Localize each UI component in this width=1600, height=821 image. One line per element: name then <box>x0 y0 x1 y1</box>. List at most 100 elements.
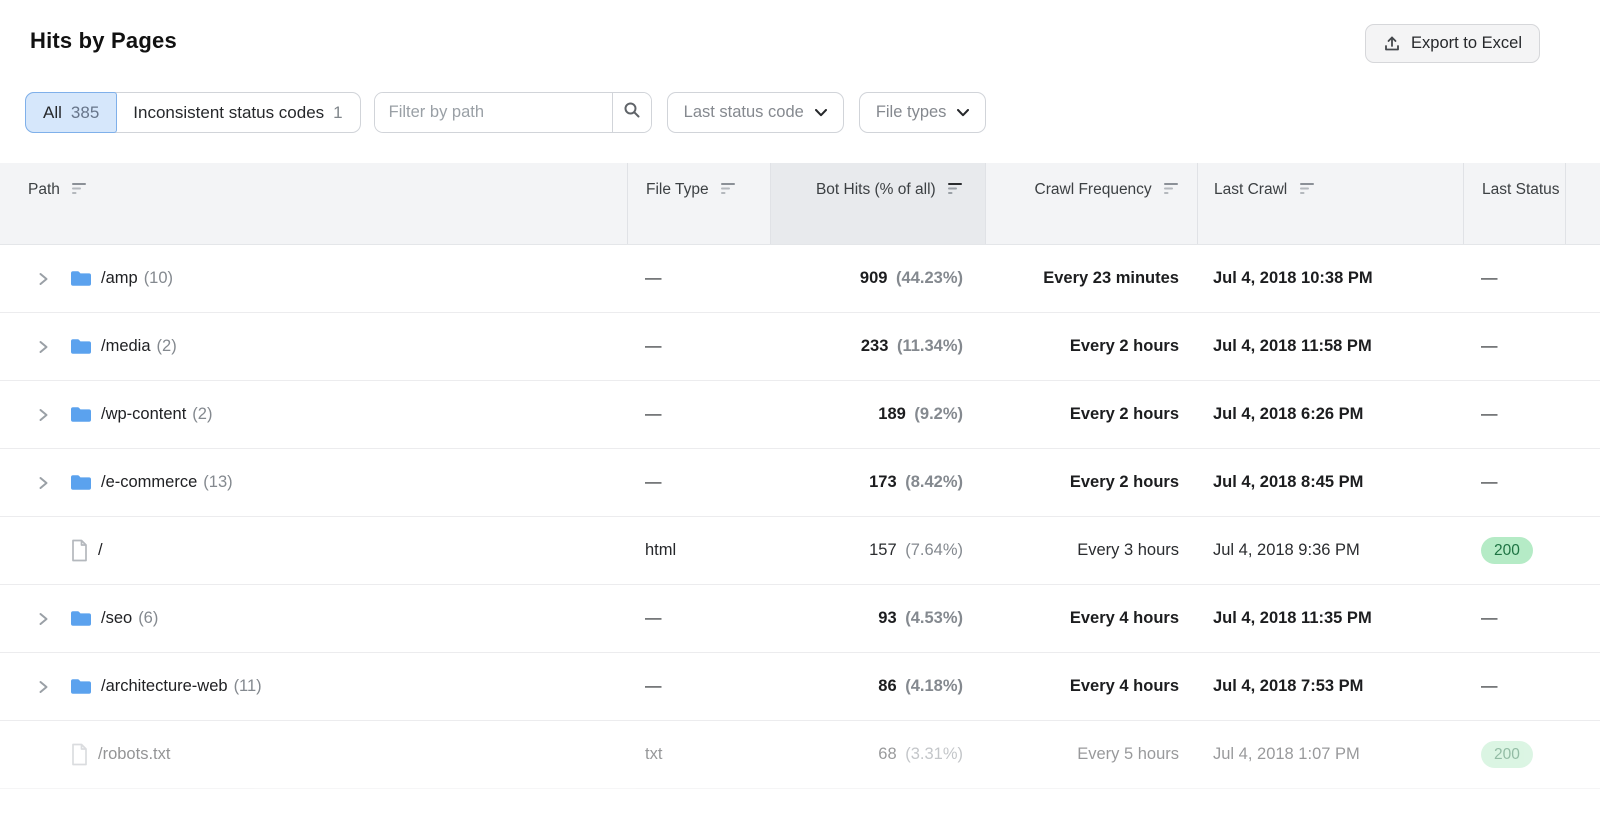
last-status-cell: 200 <box>1463 537 1565 565</box>
last-status-cell: — <box>1463 405 1565 424</box>
folder-icon <box>70 474 92 491</box>
path-filter-input[interactable] <box>375 93 612 132</box>
table-body: /amp (10) — 909 (44.23%) Every 23 minute… <box>0 245 1600 789</box>
bot-hits-value: 189 <box>878 405 906 423</box>
bot-hits-percent: (9.2%) <box>910 405 963 423</box>
path-count: (2) <box>192 405 212 424</box>
column-header-last-crawl[interactable]: Last Crawl <box>1197 163 1463 244</box>
table-row[interactable]: /architecture-web (11) — 86 (4.18%) Ever… <box>0 653 1600 721</box>
path-filter <box>374 92 652 133</box>
search-button[interactable] <box>612 93 651 132</box>
path-label: /media <box>101 337 151 356</box>
column-header-crawl-frequency[interactable]: Crawl Frequency <box>985 163 1197 244</box>
chevron-right-icon[interactable] <box>36 475 50 491</box>
bot-hits-cell: 93 (4.53%) <box>770 609 985 628</box>
path-cell: /wp-content (2) <box>0 405 627 424</box>
last-crawl-cell: Jul 4, 2018 9:36 PM <box>1197 541 1463 560</box>
path-count: (2) <box>157 337 177 356</box>
filter-bar: All 385 Inconsistent status codes 1 Last… <box>25 92 986 133</box>
bot-hits-cell: 173 (8.42%) <box>770 473 985 492</box>
bot-hits-cell: 909 (44.23%) <box>770 269 985 288</box>
bot-hits-cell: 233 (11.34%) <box>770 337 985 356</box>
last-crawl-cell: Jul 4, 2018 6:26 PM <box>1197 405 1463 424</box>
chevron-down-icon <box>957 103 969 122</box>
path-cell: /robots.txt <box>0 743 627 766</box>
last-crawl-cell: Jul 4, 2018 11:35 PM <box>1197 609 1463 628</box>
column-header-path[interactable]: Path <box>0 163 627 244</box>
path-cell: / <box>0 539 627 562</box>
export-icon <box>1383 35 1401 53</box>
bot-hits-value: 173 <box>869 473 897 491</box>
sort-icon <box>1300 182 1315 199</box>
tab-inconsistent-status-codes[interactable]: Inconsistent status codes 1 <box>116 93 359 132</box>
export-to-excel-button[interactable]: Export to Excel <box>1365 24 1540 63</box>
bot-hits-percent: (11.34%) <box>892 337 963 355</box>
path-label: /robots.txt <box>98 745 170 764</box>
bot-hits-value: 86 <box>878 677 896 695</box>
folder-icon <box>70 610 92 627</box>
folder-icon <box>70 406 92 423</box>
path-cell: /architecture-web (11) <box>0 677 627 696</box>
table-row[interactable]: /media (2) — 233 (11.34%) Every 2 hours … <box>0 313 1600 381</box>
path-cell: /e-commerce (13) <box>0 473 627 492</box>
chevron-right-icon[interactable] <box>36 679 50 695</box>
file-type-cell: — <box>627 269 770 288</box>
file-type-cell: — <box>627 337 770 356</box>
column-header-last-status[interactable]: Last Status <box>1463 163 1565 244</box>
file-type-cell: — <box>627 405 770 424</box>
path-label: /wp-content <box>101 405 186 424</box>
sort-icon <box>721 182 736 199</box>
file-icon <box>70 743 89 766</box>
column-header-bot-hits[interactable]: Bot Hits (% of all) <box>770 163 985 244</box>
status-dash: — <box>1481 337 1498 355</box>
table-row[interactable]: /amp (10) — 909 (44.23%) Every 23 minute… <box>0 245 1600 313</box>
last-status-cell: — <box>1463 609 1565 628</box>
crawl-frequency-cell: Every 2 hours <box>985 473 1197 492</box>
table-row[interactable]: /robots.txt txt 68 (3.31%) Every 5 hours… <box>0 721 1600 789</box>
table-row[interactable]: /e-commerce (13) — 173 (8.42%) Every 2 h… <box>0 449 1600 517</box>
bot-hits-value: 157 <box>869 541 897 559</box>
path-count: (6) <box>138 609 158 628</box>
tab-all[interactable]: All 385 <box>25 92 117 133</box>
path-cell: /seo (6) <box>0 609 627 628</box>
crawl-frequency-cell: Every 3 hours <box>985 541 1197 560</box>
file-type-cell: — <box>627 677 770 696</box>
folder-icon <box>70 338 92 355</box>
table-header: Path File Type Bot Hits (% of all) Crawl… <box>0 163 1600 245</box>
table-row[interactable]: /wp-content (2) — 189 (9.2%) Every 2 hou… <box>0 381 1600 449</box>
last-crawl-cell: Jul 4, 2018 8:45 PM <box>1197 473 1463 492</box>
tab-inconsistent-count: 1 <box>333 103 342 123</box>
path-cell: /media (2) <box>0 337 627 356</box>
chevron-right-icon[interactable] <box>36 611 50 627</box>
chevron-right-icon[interactable] <box>36 271 50 287</box>
path-count: (10) <box>144 269 173 288</box>
path-cell: /amp (10) <box>0 269 627 288</box>
chevron-right-icon[interactable] <box>36 407 50 423</box>
sort-icon <box>1164 182 1179 199</box>
bot-hits-cell: 189 (9.2%) <box>770 405 985 424</box>
file-types-dropdown[interactable]: File types <box>859 92 987 133</box>
folder-icon <box>70 270 92 287</box>
last-crawl-cell: Jul 4, 2018 11:58 PM <box>1197 337 1463 356</box>
bot-hits-cell: 86 (4.18%) <box>770 677 985 696</box>
status-dash: — <box>1481 405 1498 423</box>
status-dash: — <box>1481 609 1498 627</box>
path-label: /amp <box>101 269 138 288</box>
bot-hits-value: 68 <box>878 745 896 763</box>
table-row[interactable]: /seo (6) — 93 (4.53%) Every 4 hours Jul … <box>0 585 1600 653</box>
sort-icon <box>72 182 87 199</box>
page-title: Hits by Pages <box>30 28 177 54</box>
last-crawl-cell: Jul 4, 2018 7:53 PM <box>1197 677 1463 696</box>
bot-hits-value: 93 <box>878 609 896 627</box>
table-row[interactable]: / html 157 (7.64%) Every 3 hours Jul 4, … <box>0 517 1600 585</box>
tab-all-count: 385 <box>71 103 99 123</box>
status-badge: 200 <box>1481 741 1533 769</box>
chevron-right-icon[interactable] <box>36 339 50 355</box>
bot-hits-percent: (4.53%) <box>901 609 963 627</box>
last-status-cell: — <box>1463 269 1565 288</box>
path-label: /e-commerce <box>101 473 197 492</box>
last-status-code-dropdown[interactable]: Last status code <box>667 92 844 133</box>
path-count: (13) <box>203 473 232 492</box>
column-header-file-type[interactable]: File Type <box>627 163 770 244</box>
bot-hits-value: 909 <box>860 269 888 287</box>
